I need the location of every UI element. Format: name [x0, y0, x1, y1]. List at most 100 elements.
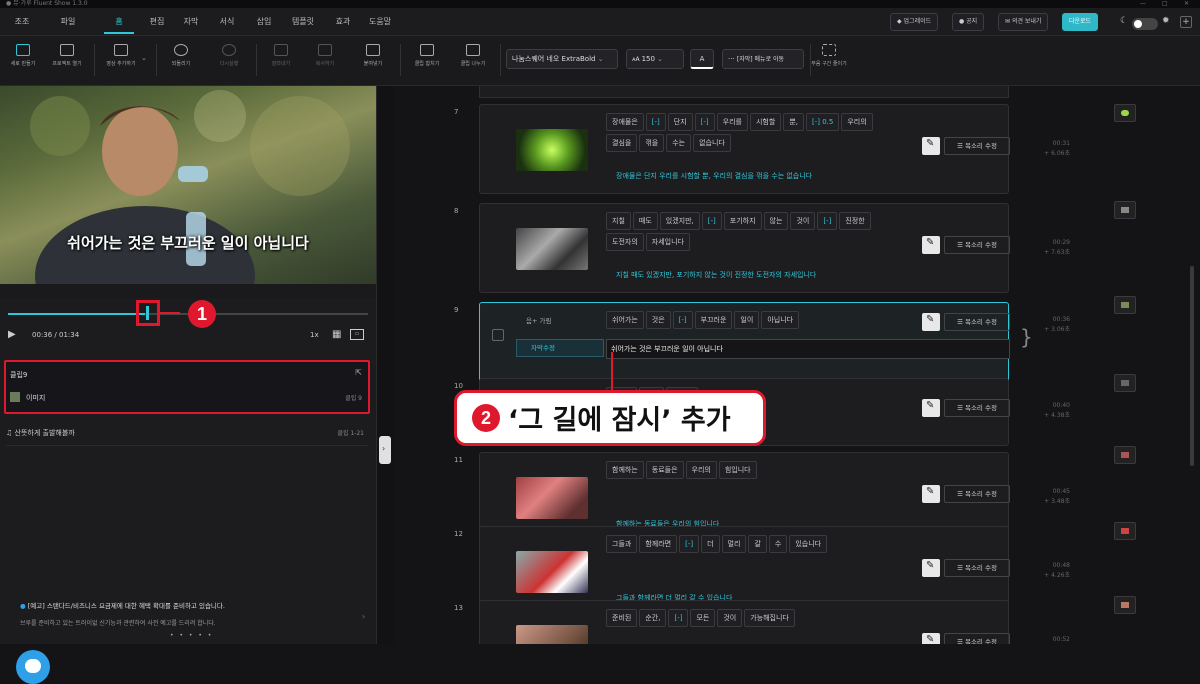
voice-edit-button[interactable]: ☰ 목소리 수정 — [944, 236, 1010, 254]
word-chip[interactable]: [-] — [817, 212, 838, 230]
word-chip[interactable]: 준비된 — [606, 609, 638, 627]
word-chip[interactable]: 꺾을 — [639, 134, 665, 152]
word-chip[interactable]: 시험할 — [749, 113, 782, 131]
cut-button[interactable]: 잘라내기 — [258, 44, 304, 68]
word-chip[interactable]: [-] 0.5 — [805, 113, 840, 131]
undo-button[interactable]: 되돌리기 — [158, 44, 204, 68]
word-chip[interactable]: 수 — [768, 535, 788, 553]
side-thumbnail-13[interactable] — [1114, 596, 1136, 614]
word-chip[interactable]: 때도 — [632, 212, 658, 230]
open-project-button[interactable]: 프로젝트 열기 — [44, 44, 90, 68]
pencil-icon[interactable]: ✎ — [922, 485, 940, 503]
word-chip[interactable]: 그들과 — [606, 535, 638, 553]
clip-thumbnail[interactable] — [516, 477, 588, 519]
panel-splitter[interactable]: › — [376, 86, 394, 644]
add-icon[interactable]: + — [1180, 16, 1192, 28]
word-chip[interactable]: 갈 — [748, 535, 767, 553]
word-chip[interactable]: 부끄러운 — [694, 311, 733, 329]
word-chip[interactable]: 것은 — [645, 311, 671, 329]
word-chip[interactable]: 결심을 — [606, 134, 638, 152]
word-chip[interactable]: 것이 — [790, 212, 816, 230]
add-video-button[interactable]: 영상 추가하기 — [98, 44, 144, 68]
word-chip[interactable]: 것이 — [717, 609, 743, 627]
menu-subtitle[interactable]: 자막 — [174, 8, 208, 36]
side-thumbnail-9[interactable] — [1114, 296, 1136, 314]
word-chip[interactable]: 힘입니다 — [718, 461, 757, 479]
row-checkbox[interactable] — [492, 329, 504, 341]
word-chip[interactable]: 함께하는 — [606, 461, 644, 479]
pencil-icon[interactable]: ✎ — [922, 313, 940, 331]
word-chip[interactable]: [-] — [668, 609, 689, 627]
word-chip[interactable]: 멀리 — [721, 535, 747, 553]
clip-thumbnail[interactable] — [516, 625, 588, 644]
menu-insert[interactable]: 삽입 — [246, 8, 282, 36]
side-thumbnail-7[interactable] — [1114, 104, 1136, 122]
word-chip[interactable]: 일이 — [734, 311, 760, 329]
voice-edit-button[interactable]: ☰ 목소리 수정 — [944, 137, 1010, 155]
subtitle-edit-tab[interactable]: 자막수정 — [516, 339, 604, 357]
split-clip-button[interactable]: 클립 나누기 — [450, 44, 496, 68]
pencil-icon[interactable]: ✎ — [922, 137, 940, 155]
menu-edit[interactable]: 편집 — [140, 8, 174, 36]
menu-effect[interactable]: 효과 — [326, 8, 360, 36]
download-button[interactable]: 다운로드 — [1062, 13, 1099, 31]
clip-row[interactable]: 준비된순간,[-]모든것이가능해집니다 ✎ ☰ 목소리 수정 00:52+ 4.02초 — [479, 600, 1070, 644]
word-chip[interactable]: 진정한 — [839, 212, 871, 230]
minimize-button[interactable]: — — [1140, 0, 1146, 8]
copy-button[interactable]: 복사하기 — [302, 44, 348, 68]
sentence-text[interactable]: 장애물은 단지 우리를 시험할 뿐, 우리의 결심을 꺾을 수는 없습니다 — [616, 171, 812, 181]
chat-support-button[interactable] — [16, 650, 50, 684]
word-chip[interactable]: 없습니다 — [693, 134, 731, 152]
new-project-button[interactable]: 새로 만들기 — [0, 44, 46, 68]
word-chip[interactable]: 자세입니다 — [645, 233, 690, 251]
menu-format[interactable]: 서식 — [210, 8, 244, 36]
chevron-down-icon[interactable]: ⌄ — [141, 54, 147, 62]
menu-help[interactable]: 도움말 — [360, 8, 400, 36]
word-chip[interactable]: 수는 — [666, 134, 692, 152]
upgrade-button[interactable]: ◆ 업그레이드 — [890, 13, 939, 31]
word-chip[interactable]: [-] — [701, 212, 722, 230]
menu-template[interactable]: 템플릿 — [282, 8, 324, 36]
announcement[interactable]: ● [예고] 스탠다드/비즈니스 요금제에 대한 혜택 확대를 준비하고 있습니… — [20, 600, 370, 627]
maximize-button[interactable]: □ — [1162, 0, 1168, 8]
pencil-icon[interactable]: ✎ — [922, 399, 940, 417]
word-chip[interactable]: 더 — [701, 535, 720, 553]
external-link-icon[interactable]: ⇱ — [355, 368, 362, 377]
side-thumbnail-11[interactable] — [1114, 446, 1136, 464]
chevron-right-icon[interactable]: › — [362, 612, 365, 621]
notice-button[interactable]: ● 공지 — [952, 13, 985, 31]
pencil-icon[interactable]: ✎ — [922, 236, 940, 254]
word-chip[interactable]: [-] — [672, 311, 693, 329]
word-chip[interactable]: [-] — [679, 535, 700, 553]
menu-home[interactable]: 조조 — [8, 8, 36, 36]
redo-button[interactable]: 다시실행 — [206, 44, 252, 68]
clip-thumbnail[interactable] — [516, 129, 588, 171]
remove-silence-button[interactable]: 무음 구간 줄이기 — [806, 44, 852, 68]
music-track[interactable]: ♫ 산뜻하게 출발해볼까 클립 1-21 — [6, 428, 368, 446]
clip-row[interactable]: 지칠 때도 있겠지만, 포기하지 않는 것이 진정한 도전자의 자세입니다 지칠 때… — [479, 203, 1070, 293]
word-chip[interactable]: 장애물은 — [606, 113, 644, 131]
word-chip[interactable]: 동료들은 — [645, 461, 684, 479]
feedback-button[interactable]: ✉ 의견 보내기 — [998, 13, 1049, 31]
sentence-text[interactable]: 지칠 때도 있겠지만, 포기하지 않는 것이 진정한 도전자의 자세입니다 — [616, 270, 816, 280]
menu-file[interactable]: 파일 — [48, 8, 88, 36]
side-thumbnail-10[interactable] — [1114, 374, 1136, 392]
word-chip[interactable]: 우리를 — [716, 113, 748, 131]
word-chip[interactable]: 뿐, — [783, 113, 804, 131]
word-chip[interactable]: 우리의 — [685, 461, 717, 479]
word-chip[interactable]: 순간, — [639, 609, 667, 627]
word-chip[interactable]: 있습니다 — [789, 535, 828, 553]
word-chip[interactable]: 아닙니다 — [761, 311, 800, 329]
word-chip[interactable]: 포기하지 — [723, 212, 762, 230]
video-preview[interactable]: 쉬어가는 것은 부끄러운 일이 아닙니다 — [0, 86, 376, 298]
word-chip[interactable]: 않는 — [763, 212, 789, 230]
clip-row[interactable]: 장애물은 단지 우리를 시험할 뿐, 우리의 결심을 꺾을 수는 없습니다 장애물… — [479, 104, 1070, 194]
collapse-handle[interactable]: › — [379, 436, 391, 464]
side-thumbnail-8[interactable] — [1114, 201, 1136, 219]
word-chip[interactable]: 도전자의 — [606, 233, 644, 251]
font-size-select[interactable]: ᴀA 150 ⌄ — [626, 49, 684, 69]
speed-button[interactable]: 1x — [310, 331, 319, 339]
word-chip[interactable]: [-] — [694, 113, 715, 131]
subtitle-input[interactable]: 쉬어가는 것은 부끄러운 일이 아닙니다 — [606, 339, 1010, 359]
word-chip[interactable]: 우리의 — [841, 113, 873, 131]
